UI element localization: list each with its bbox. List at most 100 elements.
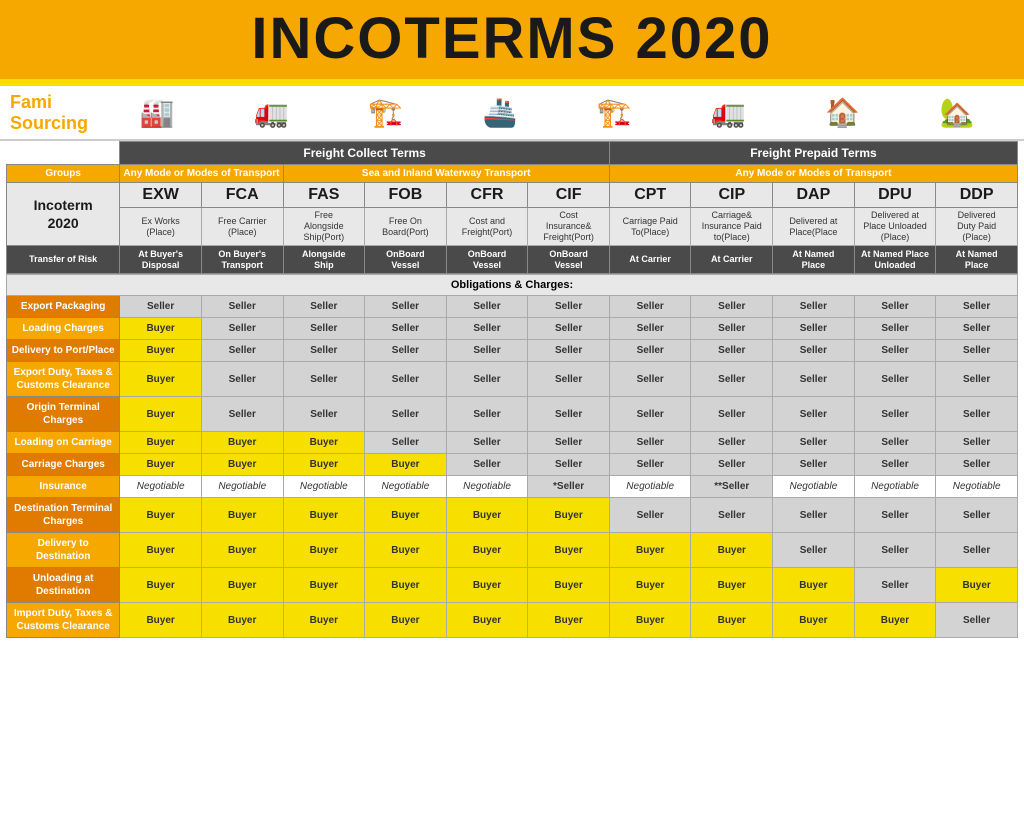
row-label: Insurance (7, 476, 120, 498)
cell: Negotiable (854, 476, 936, 498)
cell: Buyer (691, 533, 773, 568)
cell: Seller (773, 432, 855, 454)
row-label: Unloading at Destination (7, 568, 120, 603)
cell: Seller (365, 318, 447, 340)
cell: Seller (365, 340, 447, 362)
cell: Seller (365, 432, 447, 454)
risk-fob: OnBoardVessel (365, 245, 447, 274)
risk-row: Transfer of Risk At Buyer'sDisposal On B… (7, 245, 1018, 274)
cell: Seller (773, 318, 855, 340)
cell: Seller (528, 340, 610, 362)
incoterm-abbr-row: Incoterm2020 EXW FCA FAS FOB CFR CIF CPT… (7, 183, 1018, 208)
transport-any2: Any Mode or Modes of Transport (609, 165, 1017, 183)
cell: Buyer (446, 568, 528, 603)
incoterm-label: Incoterm2020 (7, 183, 120, 245)
cell: Seller (854, 340, 936, 362)
cell: Seller (201, 397, 283, 432)
cell: Seller (201, 318, 283, 340)
row-label: Destination Terminal Charges (7, 498, 120, 533)
table-row: Delivery to DestinationBuyerBuyerBuyerBu… (7, 533, 1018, 568)
risk-label: Transfer of Risk (7, 245, 120, 274)
icons-row: 🏭 🚛 🏗️ 🚢 🏗️ 🚛 🏠 🏡 (100, 96, 1014, 129)
cell: Seller (936, 318, 1018, 340)
empty-header (7, 142, 120, 165)
cell: Seller (773, 397, 855, 432)
row-label: Export Duty, Taxes & Customs Clearance (7, 362, 120, 397)
cell: Buyer (120, 362, 202, 397)
page-title: INCOTERMS 2020 (0, 10, 1024, 68)
cell: Negotiable (446, 476, 528, 498)
cell: Seller (446, 340, 528, 362)
cell: Seller (446, 296, 528, 318)
cell: Seller (609, 362, 691, 397)
transport-any1: Any Mode or Modes of Transport (120, 165, 283, 183)
row-label: Origin Terminal Charges (7, 397, 120, 432)
table-row: Import Duty, Taxes & Customs ClearanceBu… (7, 603, 1018, 638)
logo: Fami Sourcing (10, 92, 100, 133)
cell: Seller (936, 296, 1018, 318)
cell: Seller (365, 397, 447, 432)
ddp-full: DeliveredDuty Paid(Place) (936, 208, 1018, 245)
cell: Seller (283, 397, 365, 432)
cell: Seller (936, 432, 1018, 454)
cif-abbr: CIF (528, 183, 610, 208)
warehouse-icon: 🏠 (825, 96, 860, 129)
cell: Buyer (609, 533, 691, 568)
header: INCOTERMS 2020 (0, 0, 1024, 86)
cell: Buyer (773, 603, 855, 638)
cell: Seller (773, 498, 855, 533)
truck-icon: 🚛 (254, 96, 289, 129)
cell: Buyer (446, 603, 528, 638)
fas-abbr: FAS (283, 183, 365, 208)
cell: Seller (936, 397, 1018, 432)
logo-icons-row: Fami Sourcing 🏭 🚛 🏗️ 🚢 🏗️ 🚛 🏠 🏡 (0, 86, 1024, 141)
cell: Seller (120, 296, 202, 318)
cpt-full: Carriage PaidTo(Place) (609, 208, 691, 245)
fob-full: Free OnBoard(Port) (365, 208, 447, 245)
incoterm-full-row: Ex Works(Place) Free Carrier(Place) Free… (7, 208, 1018, 245)
ddp-abbr: DDP (936, 183, 1018, 208)
cell: Negotiable (609, 476, 691, 498)
row-label: Delivery to Port/Place (7, 340, 120, 362)
cell: Seller (691, 318, 773, 340)
cell: Buyer (854, 603, 936, 638)
cfr-abbr: CFR (446, 183, 528, 208)
freight-prepaid-header: Freight Prepaid Terms (609, 142, 1017, 165)
cell: Seller (609, 498, 691, 533)
cell: Seller (854, 454, 936, 476)
cell: Seller (854, 568, 936, 603)
row-label: Delivery to Destination (7, 533, 120, 568)
row-label: Carriage Charges (7, 454, 120, 476)
cell: Seller (609, 454, 691, 476)
container-icon: 🚛 (711, 96, 746, 129)
cell: Seller (691, 397, 773, 432)
cell: Seller (201, 362, 283, 397)
cell: Seller (854, 432, 936, 454)
row-label: Export Packaging (7, 296, 120, 318)
risk-fas: AlongsideShip (283, 245, 365, 274)
cell: Buyer (528, 568, 610, 603)
cell: Buyer (120, 603, 202, 638)
cell: Buyer (120, 318, 202, 340)
cell: Buyer (201, 498, 283, 533)
cell: Buyer (201, 603, 283, 638)
row-label: Loading Charges (7, 318, 120, 340)
cell: Buyer (201, 454, 283, 476)
cell: Buyer (283, 432, 365, 454)
cell: Negotiable (773, 476, 855, 498)
table-row: Destination Terminal ChargesBuyerBuyerBu… (7, 498, 1018, 533)
cell: Buyer (201, 568, 283, 603)
cell: Seller (446, 318, 528, 340)
cell: Seller (365, 362, 447, 397)
crane2-icon: 🏗️ (597, 96, 632, 129)
cip-full: Carriage&Insurance Paidto(Place) (691, 208, 773, 245)
cell: Seller (528, 296, 610, 318)
cell: Seller (773, 340, 855, 362)
cell: Buyer (283, 533, 365, 568)
cell: Seller (773, 454, 855, 476)
cell: Buyer (936, 568, 1018, 603)
ship-icon: 🚢 (482, 96, 517, 129)
cell: Buyer (446, 498, 528, 533)
cell: Seller (773, 296, 855, 318)
cell: Buyer (201, 432, 283, 454)
